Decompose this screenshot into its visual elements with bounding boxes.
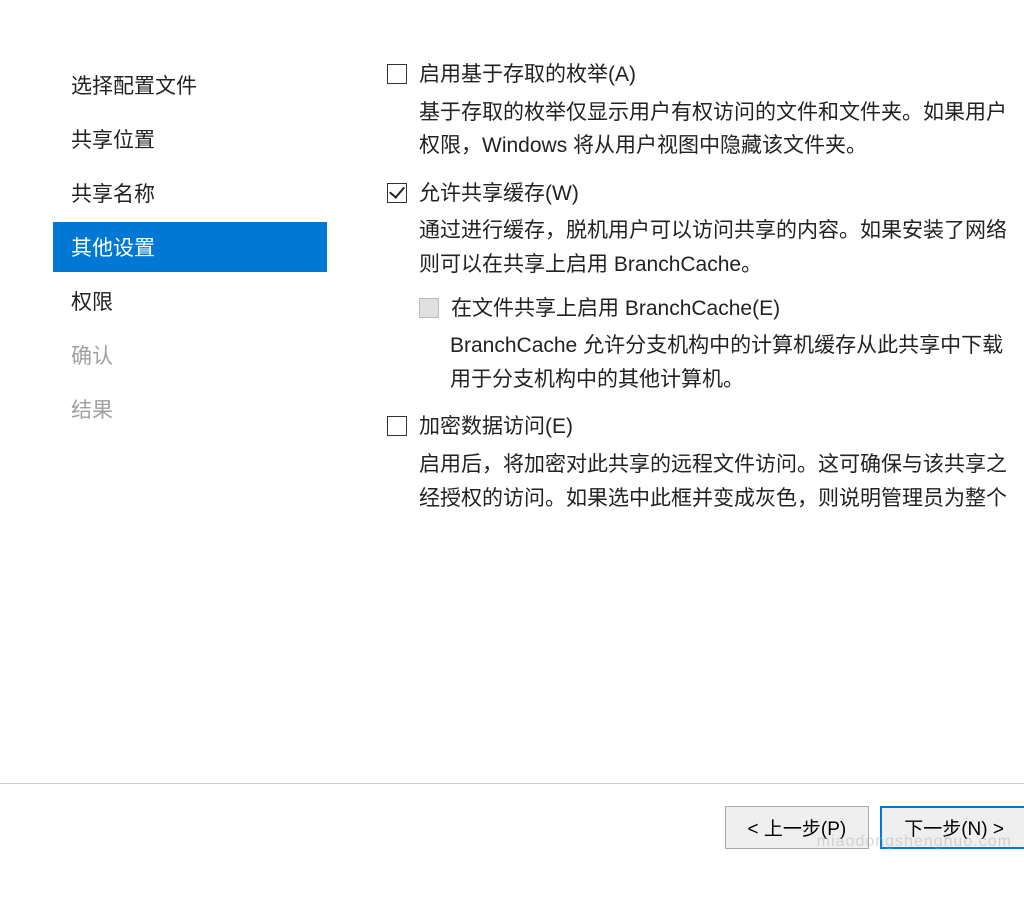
option-encrypt: 加密数据访问(E) 启用后，将加密对此共享的远程文件访问。这可确保与该共享之经授…: [387, 410, 1024, 515]
wizard-sidebar: 选择配置文件 共享位置 共享名称 其他设置 权限 确认 结果: [0, 0, 327, 790]
sidebar-item-result: 结果: [53, 384, 327, 434]
sidebar-item-share-name[interactable]: 共享名称: [53, 168, 327, 218]
wizard-container: 选择配置文件 共享位置 共享名称 其他设置 权限 确认 结果 启用基于存取的枚举…: [0, 0, 1024, 790]
sidebar-item-other-settings[interactable]: 其他设置: [53, 222, 327, 272]
description-cache: 通过进行缓存，脱机用户可以访问共享的内容。如果安装了网络则可以在共享上启用 Br…: [419, 214, 1024, 281]
label-cache: 允许共享缓存(W): [419, 177, 579, 211]
sidebar-item-select-config[interactable]: 选择配置文件: [53, 60, 327, 110]
checkbox-enumeration[interactable]: [387, 64, 407, 84]
back-button[interactable]: < 上一步(P): [725, 806, 870, 849]
checkbox-encrypt[interactable]: [387, 416, 407, 436]
label-encrypt: 加密数据访问(E): [419, 410, 573, 444]
checkbox-cache[interactable]: [387, 183, 407, 203]
description-encrypt: 启用后，将加密对此共享的远程文件访问。这可确保与该共享之经授权的访问。如果选中此…: [419, 448, 1024, 515]
option-branchcache: 在文件共享上启用 BranchCache(E) BranchCache 允许分支…: [419, 292, 1024, 397]
description-enumeration: 基于存取的枚举仅显示用户有权访问的文件和文件夹。如果用户权限，Windows 将…: [419, 96, 1024, 163]
sidebar-item-share-location[interactable]: 共享位置: [53, 114, 327, 164]
sidebar-item-permissions[interactable]: 权限: [53, 276, 327, 326]
footer-separator: [0, 783, 1024, 784]
wizard-content: 启用基于存取的枚举(A) 基于存取的枚举仅显示用户有权访问的文件和文件夹。如果用…: [327, 0, 1024, 790]
description-branchcache: BranchCache 允许分支机构中的计算机缓存从此共享中下载用于分支机构中的…: [450, 329, 1024, 396]
label-branchcache: 在文件共享上启用 BranchCache(E): [451, 292, 780, 326]
next-button[interactable]: 下一步(N) >: [880, 806, 1024, 849]
option-enumeration: 启用基于存取的枚举(A) 基于存取的枚举仅显示用户有权访问的文件和文件夹。如果用…: [387, 58, 1024, 163]
wizard-footer: < 上一步(P) 下一步(N) >: [725, 806, 1024, 849]
label-enumeration: 启用基于存取的枚举(A): [419, 58, 636, 92]
option-cache: 允许共享缓存(W) 通过进行缓存，脱机用户可以访问共享的内容。如果安装了网络则可…: [387, 177, 1024, 397]
checkbox-branchcache: [419, 298, 439, 318]
sidebar-item-confirm: 确认: [53, 330, 327, 380]
